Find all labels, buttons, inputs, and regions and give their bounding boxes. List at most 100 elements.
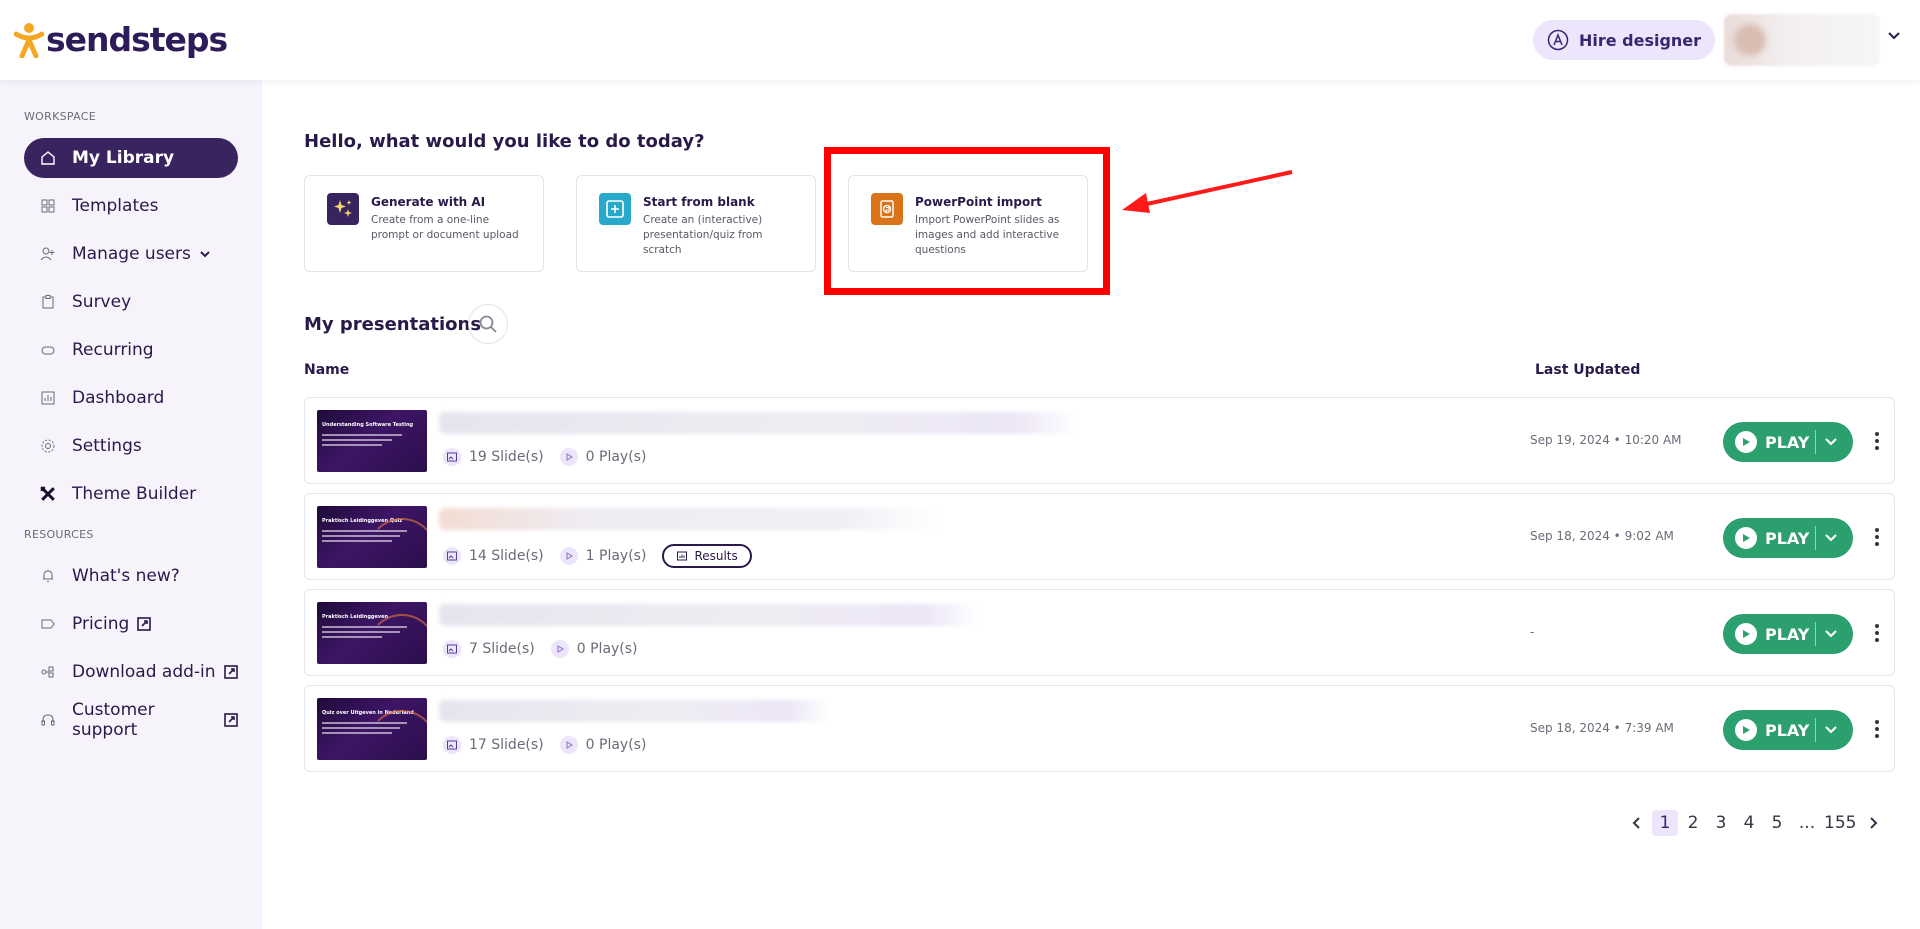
play-icon <box>1735 719 1757 741</box>
sidebar-item-label: What's new? <box>72 566 180 586</box>
chevron-down-icon[interactable] <box>1886 28 1902 44</box>
sendsteps-logo[interactable]: sendsteps <box>13 20 228 59</box>
table-row[interactable]: Praktisch Leidinggeven 7 Slide(s) 0 Play… <box>304 589 1895 676</box>
sidebar-item-customer-support[interactable]: Customer support <box>24 700 238 740</box>
next-page-button[interactable] <box>1860 810 1886 836</box>
play-label: PLAY <box>1765 528 1810 548</box>
hire-designer-button[interactable]: Hire designer <box>1533 20 1715 60</box>
sidebar-item-my-library[interactable]: My Library <box>24 138 238 178</box>
more-options-icon[interactable] <box>1870 524 1884 550</box>
start-from-blank-card[interactable]: Start from blank Create an (interactive)… <box>576 175 816 272</box>
presentation-thumbnail: Praktisch Leidinggeven <box>317 602 427 664</box>
slides-icon <box>443 736 461 754</box>
presentation-title-blurred[interactable] <box>439 604 979 626</box>
page-5-button[interactable]: 5 <box>1764 810 1790 836</box>
sidebar-item-templates[interactable]: Templates <box>24 186 238 226</box>
tag-icon <box>40 616 56 632</box>
play-button[interactable]: PLAY <box>1723 518 1853 558</box>
prev-page-button[interactable] <box>1624 810 1650 836</box>
play-button[interactable]: PLAY <box>1723 710 1853 750</box>
play-button[interactable]: PLAY <box>1723 614 1853 654</box>
recurring-icon <box>40 342 56 358</box>
slide-count: 19 Slide(s) <box>469 449 544 465</box>
brand-name: sendsteps <box>46 20 228 59</box>
page-3-button[interactable]: 3 <box>1708 810 1734 836</box>
sidebar-item-recurring[interactable]: Recurring <box>24 330 238 370</box>
sidebar-item-label: Manage users <box>72 244 191 264</box>
card-description: Create from a one-line prompt or documen… <box>371 214 519 241</box>
more-options-icon[interactable] <box>1870 428 1884 454</box>
sidebar-item-survey[interactable]: Survey <box>24 282 238 322</box>
sparkles-icon <box>327 193 359 225</box>
chevron-down-icon[interactable] <box>1823 626 1839 642</box>
sidebar-item-dashboard[interactable]: Dashboard <box>24 378 238 418</box>
pagination: 1 2 3 4 5 ... 155 <box>1624 810 1888 836</box>
more-options-icon[interactable] <box>1870 716 1884 742</box>
slide-count: 7 Slide(s) <box>469 641 535 657</box>
chevron-right-icon <box>1870 817 1878 829</box>
last-updated: Sep 19, 2024 • 10:20 AM <box>1530 433 1682 447</box>
gear-icon <box>40 438 56 454</box>
play-count-icon <box>559 547 578 565</box>
play-count: 1 Play(s) <box>585 548 647 564</box>
bell-icon <box>40 568 56 584</box>
chevron-down-icon[interactable] <box>1823 722 1839 738</box>
presentation-title-blurred[interactable] <box>439 412 1079 434</box>
presentation-title-blurred[interactable] <box>439 700 829 722</box>
page-1-button[interactable]: 1 <box>1652 810 1678 836</box>
sidebar-item-label: Customer support <box>72 700 155 740</box>
play-count-icon <box>559 736 578 754</box>
annotation-highlight-box <box>824 147 1110 295</box>
last-updated: Sep 18, 2024 • 7:39 AM <box>1530 721 1674 735</box>
table-row[interactable]: Praktisch Leidinggeven Quiz 14 Slide(s) … <box>304 493 1895 580</box>
pagination-ellipsis: ... <box>1798 813 1816 833</box>
column-header-name[interactable]: Name <box>304 362 349 378</box>
slide-count: 14 Slide(s) <box>469 548 544 564</box>
user-menu[interactable] <box>1724 14 1880 66</box>
headset-icon <box>40 712 56 728</box>
play-count-icon <box>559 448 578 466</box>
chevron-down-icon[interactable] <box>1823 530 1839 546</box>
search-button[interactable] <box>468 304 508 344</box>
play-count: 0 Play(s) <box>576 641 638 657</box>
grid-icon <box>40 198 56 214</box>
external-link-icon <box>137 617 152 631</box>
sidebar-item-download-addin[interactable]: Download add-in <box>24 652 238 692</box>
presentation-thumbnail: Understanding Software Testing <box>317 410 427 472</box>
sidebar-item-label: Dashboard <box>72 388 165 408</box>
card-title: Start from blank <box>643 195 755 209</box>
play-button[interactable]: PLAY <box>1723 422 1853 462</box>
chevron-left-icon <box>1632 817 1640 829</box>
hire-designer-label: Hire designer <box>1578 30 1702 50</box>
slides-icon <box>443 640 461 658</box>
annotation-arrow-icon <box>1122 170 1293 213</box>
sidebar-item-label: Theme Builder <box>72 484 197 504</box>
sidebar-item-label: Survey <box>72 292 132 312</box>
sidebar-item-manage-users[interactable]: Manage users <box>24 234 238 274</box>
page-last-button[interactable]: 155 <box>1822 810 1858 836</box>
sidebar-item-settings[interactable]: Settings <box>24 426 238 466</box>
sidebar: WORKSPACE My Library Templates Manage us… <box>0 80 262 929</box>
sidebar-item-label: Pricing <box>72 614 130 634</box>
results-button[interactable]: Results <box>662 544 752 568</box>
chevron-down-icon <box>199 248 211 260</box>
sidebar-item-label: Settings <box>72 436 142 456</box>
table-row[interactable]: Quiz over Uitgeven in Nederland 17 Slide… <box>304 685 1895 772</box>
section-title: My presentations <box>304 314 482 335</box>
generate-with-ai-card[interactable]: Generate with AI Create from a one-line … <box>304 175 544 272</box>
sidebar-item-label: Templates <box>72 196 159 216</box>
sidebar-item-whats-new[interactable]: What's new? <box>24 556 238 596</box>
chevron-down-icon[interactable] <box>1823 434 1839 450</box>
play-count: 0 Play(s) <box>585 449 647 465</box>
page-4-button[interactable]: 4 <box>1736 810 1762 836</box>
tools-icon <box>40 486 56 502</box>
presentation-title-blurred[interactable] <box>439 508 939 530</box>
table-row[interactable]: Understanding Software Testing 19 Slide(… <box>304 397 1895 484</box>
column-header-last-updated[interactable]: Last Updated <box>1535 362 1640 378</box>
slides-icon <box>443 547 461 565</box>
more-options-icon[interactable] <box>1870 620 1884 646</box>
page-2-button[interactable]: 2 <box>1680 810 1706 836</box>
sidebar-item-pricing[interactable]: Pricing <box>24 604 238 644</box>
sidebar-item-label: Download add-in <box>72 662 216 682</box>
sidebar-item-theme-builder[interactable]: Theme Builder <box>24 474 238 514</box>
